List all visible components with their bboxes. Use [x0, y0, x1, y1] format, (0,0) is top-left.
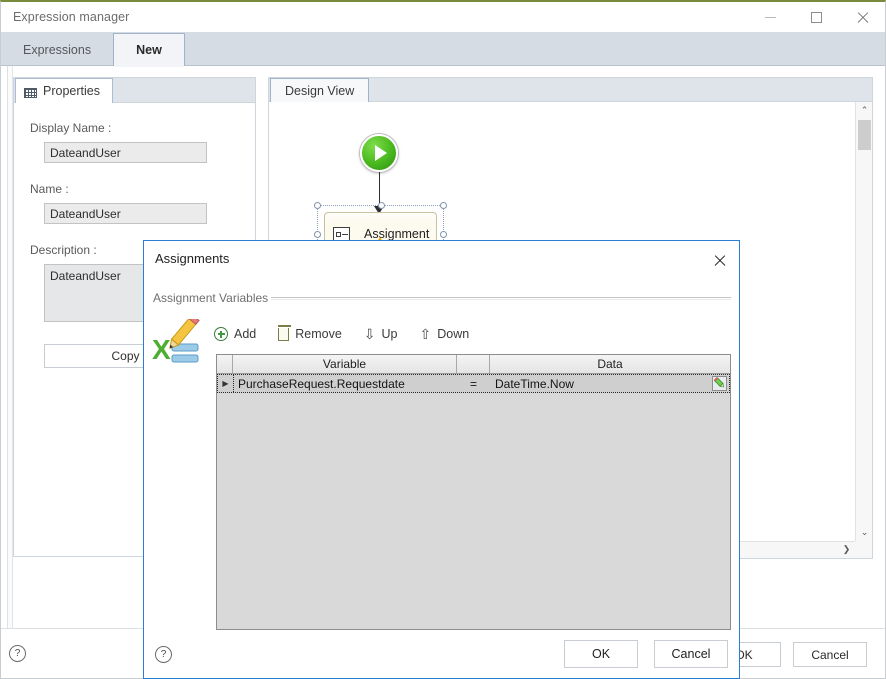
- tab-new-label: New: [136, 43, 162, 57]
- table-header-row: Variable Data: [217, 355, 730, 374]
- resize-handle-n[interactable]: [378, 202, 385, 209]
- scroll-up-button[interactable]: ⌃: [856, 102, 873, 119]
- row-variable-cell[interactable]: PurchaseRequest.Requestdate: [233, 375, 457, 392]
- title-bar: Expression manager: [1, 2, 885, 32]
- down-button-label: Down: [437, 327, 470, 341]
- remove-button[interactable]: Remove: [277, 324, 342, 341]
- table-row[interactable]: ▶ PurchaseRequest.Requestdate = DateTime…: [217, 374, 730, 393]
- excel-pencil-icon: X: [152, 319, 200, 365]
- display-name-label: Display Name :: [30, 121, 112, 135]
- display-name-input[interactable]: DateandUser: [44, 142, 207, 163]
- maximize-icon: [810, 11, 822, 23]
- minimize-button[interactable]: [747, 2, 793, 32]
- group-separator: [271, 297, 731, 300]
- scroll-right-button[interactable]: ❯: [838, 541, 855, 558]
- tab-design-view-label: Design View: [285, 83, 355, 98]
- table-empty-area[interactable]: [217, 394, 730, 629]
- table-header-operator[interactable]: [457, 355, 490, 373]
- vertical-scroll-thumb[interactable]: [858, 120, 871, 150]
- tab-design-view[interactable]: Design View: [270, 78, 370, 102]
- up-button-label: Up: [381, 327, 398, 341]
- assignment-icon: [333, 226, 350, 241]
- close-icon: [856, 11, 869, 24]
- trash-icon: [277, 324, 291, 341]
- tab-strip: Expressions New: [1, 32, 885, 67]
- minimize-icon: [764, 16, 776, 18]
- design-vertical-scrollbar[interactable]: ⌃ ⌄: [855, 102, 872, 541]
- row-operator-cell: =: [457, 375, 490, 392]
- scroll-down-button[interactable]: ⌄: [856, 524, 873, 541]
- tab-properties[interactable]: Properties: [15, 78, 113, 103]
- properties-grid-icon: [24, 84, 37, 98]
- dialog-help-button[interactable]: ?: [155, 646, 172, 663]
- remove-button-label: Remove: [295, 327, 342, 341]
- name-input[interactable]: DateandUser: [44, 203, 207, 224]
- row-data-value: DateTime.Now: [495, 376, 574, 391]
- window-controls: [747, 2, 885, 32]
- resize-handle-ne[interactable]: [440, 202, 447, 209]
- dialog-close-button[interactable]: [707, 248, 731, 272]
- resize-handle-nw[interactable]: [314, 202, 321, 209]
- scrollbar-corner: [855, 541, 872, 558]
- assignment-variables-table[interactable]: Variable Data ▶ PurchaseRequest.Requestd…: [216, 354, 731, 630]
- main-cancel-button[interactable]: Cancel: [793, 642, 867, 667]
- close-button[interactable]: [839, 2, 885, 32]
- workflow-start-node[interactable]: [360, 134, 398, 172]
- chevron-down-icon: ⌄: [860, 527, 869, 537]
- dialog-cancel-button[interactable]: Cancel: [654, 640, 728, 668]
- table-header-rowmark: [217, 355, 233, 373]
- tab-expressions-label: Expressions: [23, 42, 92, 57]
- chevron-up-icon: ⌃: [860, 105, 869, 115]
- row-marker: ▶: [218, 375, 233, 392]
- name-label: Name :: [30, 182, 69, 196]
- arrow-down-outline-icon: ⇩: [363, 326, 376, 342]
- table-header-variable[interactable]: Variable: [233, 355, 457, 373]
- down-button[interactable]: ⇧ Down: [420, 327, 470, 341]
- chevron-right-icon: ❯: [842, 544, 851, 554]
- resize-handle-w[interactable]: [314, 231, 321, 238]
- dialog-ok-button[interactable]: OK: [564, 640, 638, 668]
- assignments-dialog: Assignments Assignment Variables X Add R…: [143, 240, 740, 679]
- resize-handle-e[interactable]: [440, 231, 447, 238]
- pencil-edit-icon[interactable]: [712, 376, 727, 391]
- close-icon: [713, 254, 726, 267]
- table-header-data[interactable]: Data: [490, 355, 730, 373]
- start-play-icon: [375, 145, 387, 161]
- plus-circle-icon: [214, 327, 228, 341]
- help-button[interactable]: ?: [9, 645, 26, 662]
- assignment-variables-label: Assignment Variables: [153, 291, 269, 305]
- tab-expressions[interactable]: Expressions: [1, 33, 113, 66]
- dialog-toolbar: Add Remove ⇩ Up ⇧ Down: [214, 323, 469, 345]
- svg-text:X: X: [152, 334, 171, 365]
- arrow-up-outline-icon: ⇧: [419, 326, 432, 342]
- add-button-label: Add: [234, 327, 257, 341]
- tab-properties-label: Properties: [43, 84, 100, 98]
- maximize-button[interactable]: [793, 2, 839, 32]
- dialog-title: Assignments: [155, 251, 230, 266]
- row-data-cell[interactable]: DateTime.Now: [490, 375, 729, 392]
- up-button[interactable]: ⇩ Up: [364, 327, 398, 341]
- add-button[interactable]: Add: [214, 327, 256, 341]
- left-gutter-outer: [1, 66, 8, 628]
- tab-new[interactable]: New: [113, 33, 185, 67]
- window-title: Expression manager: [13, 10, 130, 24]
